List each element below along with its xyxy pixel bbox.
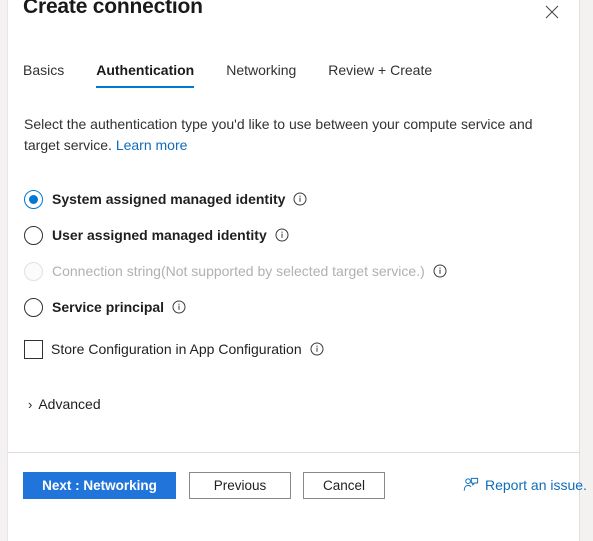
info-icon[interactable] bbox=[310, 342, 324, 356]
cancel-button[interactable]: Cancel bbox=[303, 472, 385, 499]
report-an-issue-label: Report an issue. bbox=[485, 477, 587, 493]
page-title: Create connection bbox=[23, 0, 203, 18]
wizard-tabs: Basics Authentication Networking Review … bbox=[23, 62, 432, 94]
info-icon[interactable] bbox=[433, 264, 447, 278]
feedback-person-icon bbox=[463, 477, 479, 493]
radio-mark bbox=[24, 297, 43, 317]
close-icon[interactable] bbox=[539, 0, 565, 25]
previous-button[interactable]: Previous bbox=[189, 472, 291, 499]
store-configuration-checkbox[interactable]: Store Configuration in App Configuration bbox=[24, 337, 324, 361]
tab-basics[interactable]: Basics bbox=[23, 62, 64, 88]
authentication-type-radio-group: System assigned managed identity User as… bbox=[24, 181, 564, 325]
radio-mark bbox=[24, 261, 43, 281]
advanced-expander[interactable]: › Advanced bbox=[28, 393, 101, 415]
create-connection-panel: Create connection Basics Authentication … bbox=[7, 0, 587, 541]
next-networking-button[interactable]: Next : Networking bbox=[23, 472, 176, 499]
chevron-right-icon: › bbox=[28, 396, 33, 412]
advanced-label: Advanced bbox=[38, 396, 101, 412]
tab-authentication[interactable]: Authentication bbox=[96, 62, 195, 88]
radio-mark bbox=[24, 225, 43, 245]
report-an-issue-link[interactable]: Report an issue. bbox=[463, 473, 587, 497]
radio-label: Service principal bbox=[52, 299, 165, 315]
radio-mark bbox=[24, 189, 43, 209]
radio-user-assigned-managed-identity[interactable]: User assigned managed identity bbox=[24, 217, 564, 253]
footer-actions: Next : Networking Previous Cancel Report… bbox=[8, 453, 587, 540]
info-icon[interactable] bbox=[172, 300, 186, 314]
radio-label: System assigned managed identity bbox=[52, 191, 286, 207]
tab-networking[interactable]: Networking bbox=[226, 62, 296, 88]
description-text: Select the authentication type you'd lik… bbox=[24, 114, 554, 156]
description-body: Select the authentication type you'd lik… bbox=[24, 116, 533, 153]
radio-system-assigned-managed-identity[interactable]: System assigned managed identity bbox=[24, 181, 564, 217]
blade-backdrop: Create connection Basics Authentication … bbox=[0, 0, 593, 541]
checkbox-label: Store Configuration in App Configuration bbox=[51, 341, 302, 357]
radio-label: Connection string(Not supported by selec… bbox=[52, 263, 425, 279]
checkbox-mark bbox=[24, 339, 43, 359]
info-icon[interactable] bbox=[293, 192, 307, 206]
info-icon[interactable] bbox=[275, 228, 289, 242]
tab-review-create[interactable]: Review + Create bbox=[328, 62, 432, 88]
radio-label: User assigned managed identity bbox=[52, 227, 267, 243]
learn-more-link[interactable]: Learn more bbox=[116, 137, 188, 153]
radio-service-principal[interactable]: Service principal bbox=[24, 289, 564, 325]
radio-connection-string: Connection string(Not supported by selec… bbox=[24, 253, 564, 289]
